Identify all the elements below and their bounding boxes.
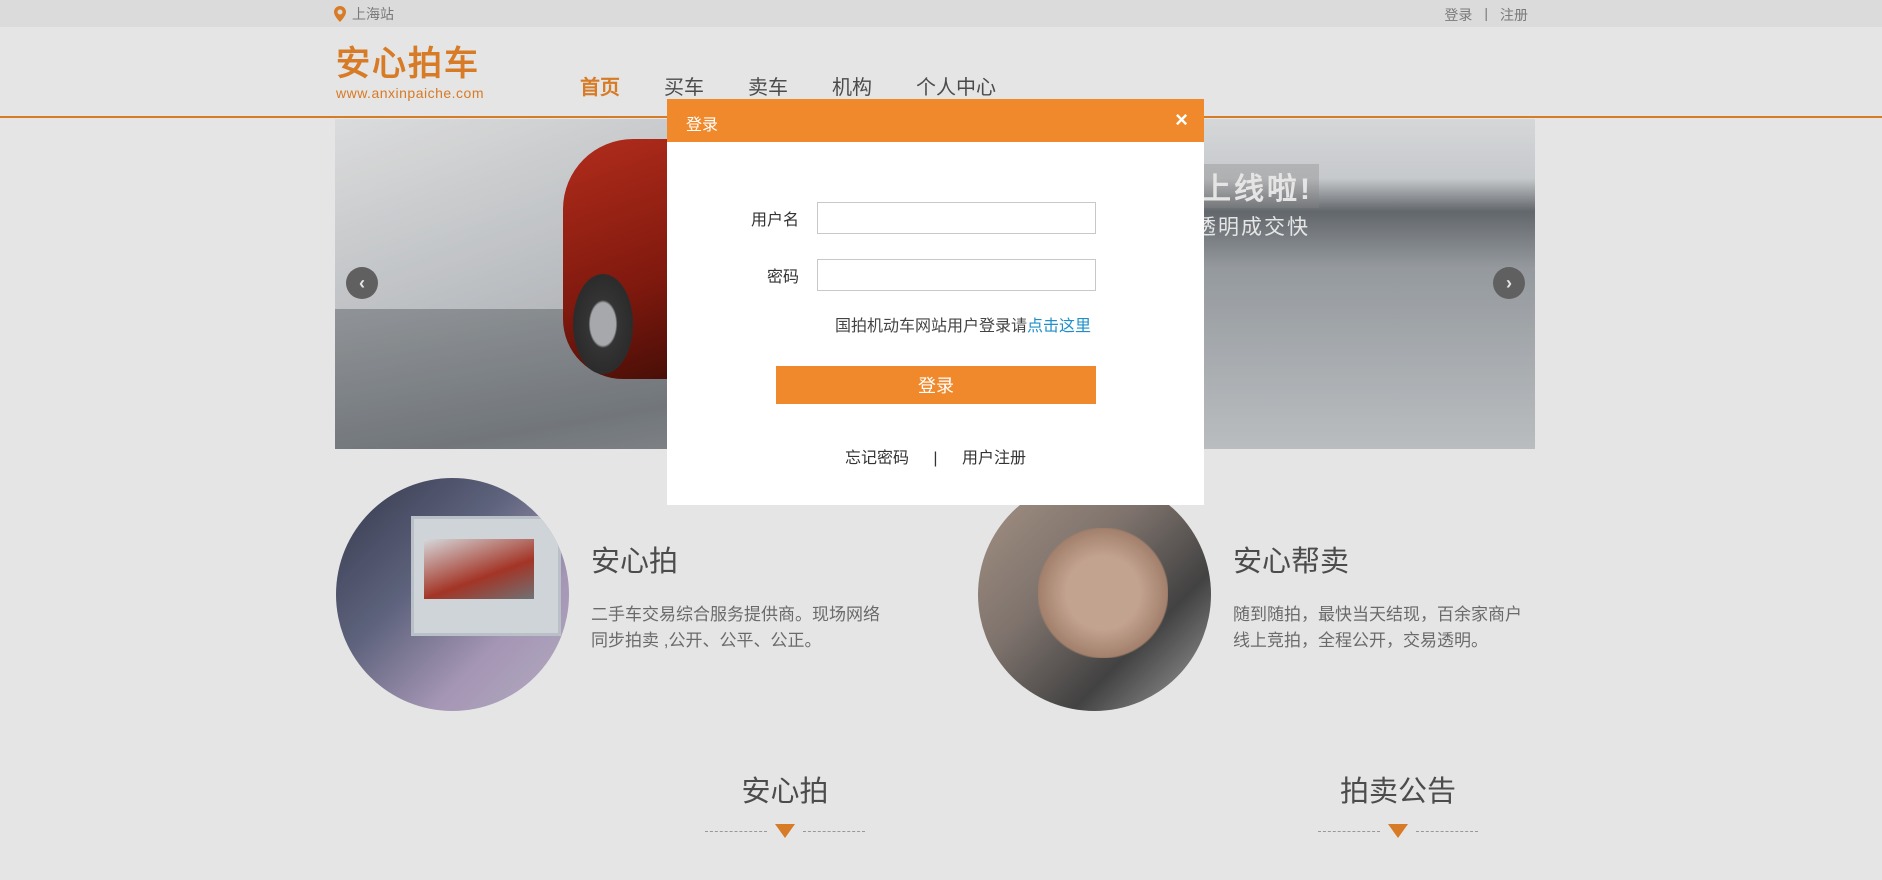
- footer-separator: |: [933, 450, 938, 467]
- close-icon[interactable]: ×: [1175, 107, 1188, 133]
- modal-header: 登录 ×: [667, 99, 1204, 142]
- user-register-link[interactable]: 用户注册: [962, 450, 1026, 467]
- forgot-password-link[interactable]: 忘记密码: [845, 450, 909, 467]
- username-row: 用户名: [667, 202, 1096, 234]
- password-input[interactable]: [817, 259, 1096, 291]
- click-here-link[interactable]: 点击这里: [1027, 318, 1091, 335]
- modal-title: 登录: [686, 117, 719, 134]
- password-label: 密码: [766, 269, 799, 286]
- hint-text: 国拍机动车网站用户登录请: [835, 318, 1028, 335]
- username-label: 用户名: [750, 212, 799, 229]
- password-row: 密码: [667, 259, 1096, 291]
- login-modal: 登录 × 用户名 密码 国拍机动车网站用户登录请点击这里 登录 忘记密码 | 用…: [667, 99, 1204, 505]
- guopai-login-hint: 国拍机动车网站用户登录请点击这里: [835, 312, 1091, 336]
- username-input[interactable]: [817, 202, 1096, 234]
- login-button[interactable]: 登录: [776, 366, 1096, 404]
- modal-footer-links: 忘记密码 | 用户注册: [667, 444, 1204, 468]
